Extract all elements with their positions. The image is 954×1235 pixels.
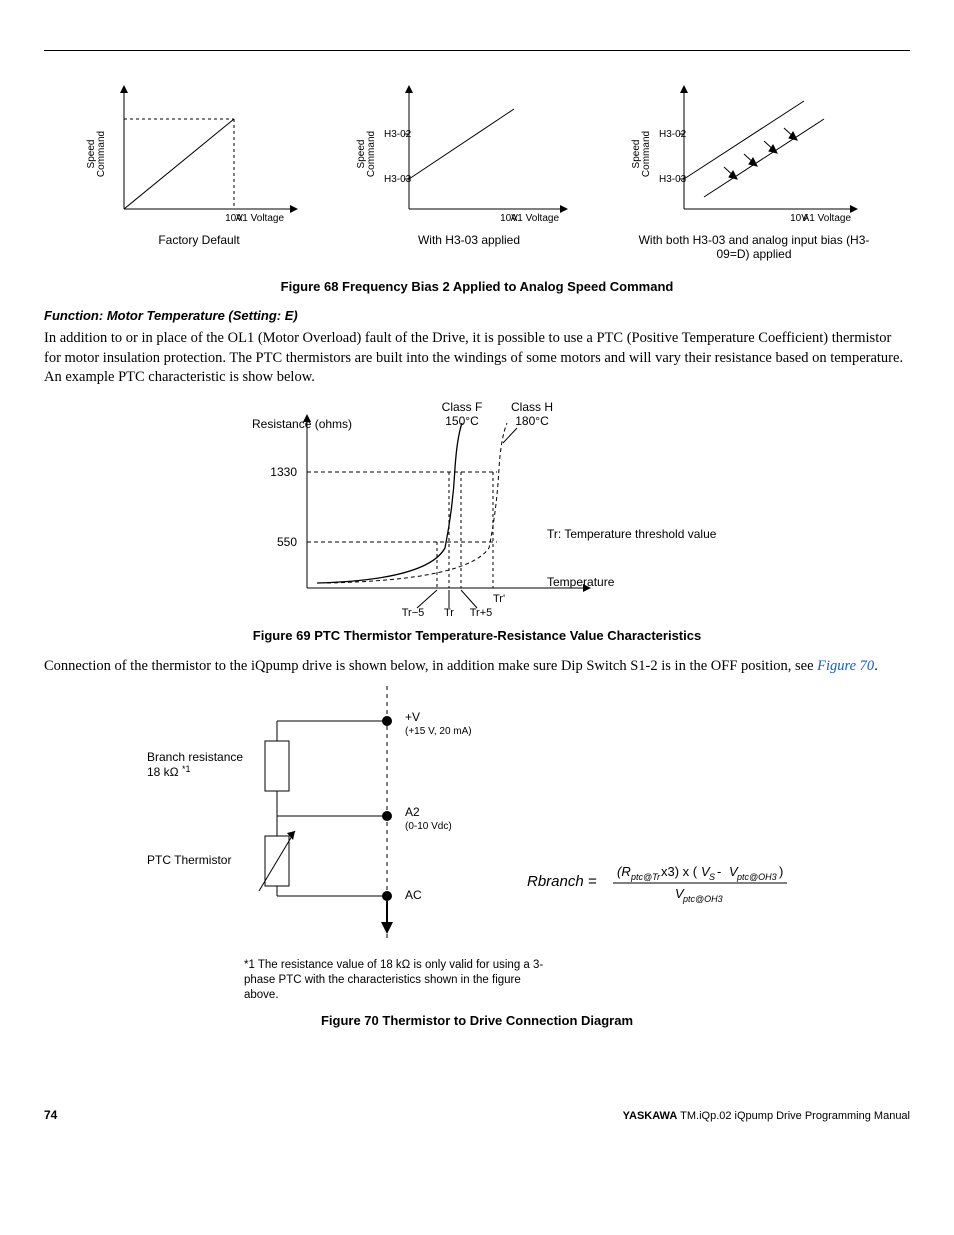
fig69-caption: Figure 69 PTC Thermistor Temperature-Res… (44, 628, 910, 643)
svg-text:18 kΩ *1: 18 kΩ *1 (147, 764, 191, 779)
svg-text:Tr: Temperature threshold valu: Tr: Temperature threshold value (547, 527, 717, 541)
svg-text:(R: (R (617, 864, 631, 879)
fig68-charts: Speed Command 10V A1 Voltage Factory Def… (84, 79, 910, 261)
svg-text:Branch resistance: Branch resistance (147, 750, 243, 764)
chart-svg: Speed Command H3-02 H3-03 10V A1 Voltage (354, 79, 584, 229)
para2-text: Connection of the thermistor to the iQpu… (44, 658, 817, 674)
fig68-chart-2: Speed Command H3-02 H3-03 10V A1 Voltage… (354, 79, 584, 261)
svg-text:(+15 V, 20 mA): (+15 V, 20 mA) (405, 726, 472, 737)
page-footer: 74 YASKAWA TM.iQp.02 iQpump Drive Progra… (44, 1108, 910, 1122)
footer-right: YASKAWA TM.iQp.02 iQpump Drive Programmi… (623, 1110, 910, 1122)
section-heading: Function: Motor Temperature (Setting: E) (44, 308, 910, 323)
chart-sub: With H3-03 applied (418, 233, 520, 247)
svg-text:Tr+5: Tr+5 (470, 607, 493, 618)
chart-sub: With both H3-03 and analog input bias (H… (634, 233, 874, 261)
svg-text:A1 Voltage: A1 Voltage (236, 213, 285, 224)
figure-70-link[interactable]: Figure 70 (817, 658, 874, 674)
svg-text:Temperature: Temperature (547, 575, 615, 589)
page-number: 74 (44, 1108, 57, 1122)
svg-text:+V: +V (405, 710, 420, 724)
svg-text:-: - (717, 864, 721, 879)
svg-text:ptc@OH3: ptc@OH3 (736, 872, 777, 882)
svg-text:Rbranch =: Rbranch = (527, 873, 597, 890)
svg-text:A1 Voltage: A1 Voltage (803, 213, 852, 224)
svg-text:Tr−5: Tr−5 (402, 607, 425, 618)
fig68-caption: Figure 68 Frequency Bias 2 Applied to An… (44, 279, 910, 294)
svg-text:Tr': Tr' (493, 593, 505, 605)
chart-sub: Factory Default (158, 233, 239, 247)
svg-text:): ) (779, 864, 783, 879)
svg-text:Command: Command (366, 131, 377, 177)
chart-svg: Speed Command 10V A1 Voltage (84, 79, 314, 229)
svg-text:Class F: Class F (442, 400, 483, 414)
svg-text:A2: A2 (405, 805, 420, 819)
fig70-caption: Figure 70 Thermistor to Drive Connection… (44, 1013, 910, 1028)
svg-text:Command: Command (96, 131, 107, 177)
svg-text:S: S (709, 872, 715, 882)
fig70-note: *1 The resistance value of 18 kΩ is only… (244, 958, 544, 1003)
top-rule (44, 50, 910, 51)
paragraph-2: Connection of the thermistor to the iQpu… (44, 657, 910, 677)
svg-text:ptc@Tr: ptc@Tr (630, 872, 661, 882)
svg-text:Tr: Tr (444, 607, 454, 618)
paragraph-1: In addition to or in place of the OL1 (M… (44, 329, 910, 388)
fig68-chart-3: Speed Command H3-02 H3-03 10V A1 Voltage (624, 79, 884, 261)
svg-text:A1 Voltage: A1 Voltage (511, 213, 560, 224)
svg-text:x3) x (: x3) x ( (661, 864, 698, 879)
svg-text:180°C: 180°C (515, 414, 549, 428)
svg-text:AC: AC (405, 888, 422, 902)
svg-text:Class H: Class H (511, 400, 553, 414)
svg-text:Resistance (ohms): Resistance (ohms) (252, 417, 352, 431)
fig69-svg: Resistance (ohms) 1330 550 Class F 150°C… (197, 398, 757, 618)
chart-svg: Speed Command H3-02 H3-03 10V A1 Voltage (629, 79, 879, 229)
svg-text:Command: Command (641, 131, 652, 177)
fig70-svg: +V (+15 V, 20 mA) A2 (0-10 Vdc) AC Branc… (127, 686, 827, 946)
fig68-chart-1: Speed Command 10V A1 Voltage Factory Def… (84, 79, 314, 261)
svg-text:(0-10 Vdc): (0-10 Vdc) (405, 821, 452, 832)
svg-text:PTC Thermistor: PTC Thermistor (147, 853, 231, 867)
footer-brand: YASKAWA (623, 1110, 678, 1122)
svg-text:150°C: 150°C (445, 414, 479, 428)
svg-text:550: 550 (277, 535, 297, 549)
fig70: +V (+15 V, 20 mA) A2 (0-10 Vdc) AC Branc… (44, 686, 910, 946)
svg-text:ptc@OH3: ptc@OH3 (682, 894, 723, 904)
fig69: Resistance (ohms) 1330 550 Class F 150°C… (44, 398, 910, 618)
svg-text:1330: 1330 (270, 465, 297, 479)
para2-tail: . (874, 658, 878, 674)
footer-doc: TM.iQp.02 iQpump Drive Programming Manua… (677, 1110, 910, 1122)
